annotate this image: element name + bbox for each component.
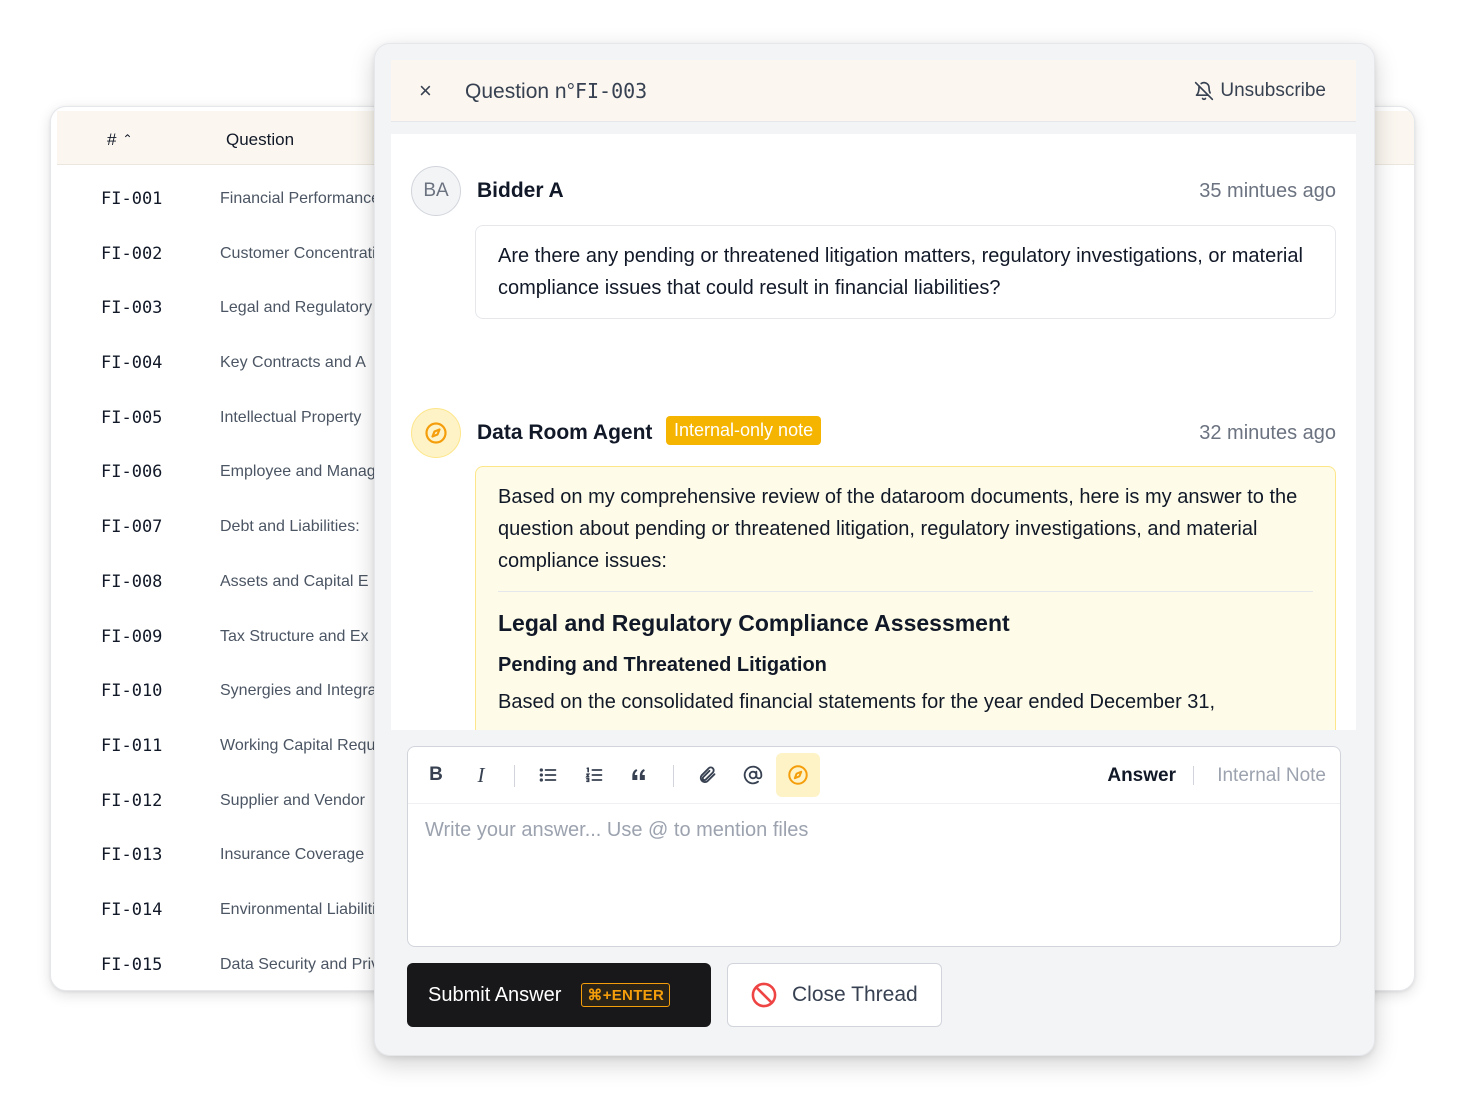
sort-ascending-icon[interactable]: ⌃ [122, 132, 132, 146]
compass-icon [788, 765, 808, 785]
row-id: FI-011 [101, 735, 163, 756]
bold-button[interactable]: B [414, 753, 458, 797]
row-question: Financial Performance [220, 190, 381, 207]
numbered-list-button[interactable] [572, 753, 616, 797]
row-id: FI-008 [101, 571, 163, 592]
row-id: FI-009 [101, 626, 163, 647]
submit-answer-button[interactable]: Submit Answer ⌘+ENTER [407, 963, 711, 1027]
row-id: FI-003 [101, 298, 163, 319]
editor-toolbar: B I Answer Internal Note [408, 747, 1340, 804]
answer-heading: Legal and Regulatory Compliance Assessme… [498, 610, 1010, 636]
message-time: 32 minutes ago [1199, 422, 1336, 444]
unsubscribe-label: Unsubscribe [1220, 80, 1326, 101]
row-id: FI-013 [101, 845, 163, 866]
answer-editor: B I Answer Internal Note Write your answ… [407, 746, 1341, 947]
italic-button[interactable]: I [459, 753, 503, 797]
row-id: FI-014 [101, 899, 163, 920]
mention-button[interactable] [731, 753, 775, 797]
row-id: FI-012 [101, 790, 163, 811]
row-question: Debt and Liabilities: [220, 518, 360, 536]
row-question: Assets and Capital E [220, 572, 369, 590]
message-bidder: BA Bidder A 35 mintues ago Are there any… [411, 166, 1336, 326]
column-header-number[interactable]: # ⌃ [107, 130, 133, 150]
answer-paragraph: Based on the consolidated financial stat… [498, 691, 1216, 713]
modal-header: × Question n°FI-003 Unsubscribe [391, 60, 1356, 122]
mode-answer-tab[interactable]: Answer [1107, 765, 1176, 787]
row-question: Environmental Liabilities [220, 900, 393, 918]
row-id: FI-005 [101, 407, 163, 428]
title-prefix: Question n° [465, 80, 575, 103]
row-question: Customer Concentration [220, 244, 394, 262]
ban-icon [750, 981, 778, 1009]
shortcut-badge: ⌘+ENTER [581, 983, 671, 1007]
divider [498, 591, 1313, 592]
answer-intro: Based on my comprehensive review of the … [498, 486, 1298, 572]
message-author: Bidder A [477, 179, 564, 202]
row-id: FI-007 [101, 517, 163, 538]
submit-label: Submit Answer [428, 983, 562, 1006]
quote-icon [632, 769, 645, 780]
modal-title: Question n°FI-003 [465, 79, 647, 104]
message-time: 35 mintues ago [1199, 180, 1336, 202]
message-agent: Data Room Agent Internal-only note 32 mi… [411, 408, 1336, 730]
bullet-list-icon [539, 768, 557, 782]
bell-off-icon [1195, 81, 1214, 101]
message-thread[interactable]: BA Bidder A 35 mintues ago Are there any… [391, 134, 1356, 730]
message-author: Data Room Agent [477, 421, 653, 444]
close-icon[interactable]: × [419, 78, 432, 104]
row-question: Legal and Regulatory [220, 299, 373, 317]
row-id: FI-001 [101, 189, 163, 209]
answer-input[interactable] [425, 819, 1325, 934]
internal-note-badge: Internal-only note [666, 416, 822, 445]
avatar: BA [411, 166, 461, 216]
avatar-agent [411, 408, 461, 458]
bullet-list-button[interactable] [526, 753, 570, 797]
row-question: Key Contracts and A [220, 354, 366, 372]
quote-button[interactable] [617, 753, 661, 797]
column-number-label: # [107, 130, 117, 149]
question-thread-modal: × Question n°FI-003 Unsubscribe BA Bidde… [374, 43, 1375, 1056]
close-thread-label: Close Thread [792, 983, 918, 1006]
row-id: FI-015 [101, 954, 163, 975]
row-question: Supplier and Vendor [220, 791, 365, 809]
question-id: FI-003 [574, 79, 648, 103]
toolbar-divider [673, 765, 674, 787]
mode-internal-note-tab[interactable]: Internal Note [1217, 765, 1326, 787]
row-question: Intellectual Property [220, 408, 362, 426]
compass-icon [425, 422, 447, 444]
toolbar-divider [514, 765, 515, 787]
message-body: Based on my comprehensive review of the … [475, 466, 1336, 730]
row-id: FI-002 [101, 243, 163, 264]
row-id: FI-010 [101, 681, 163, 702]
row-id: FI-006 [101, 462, 163, 483]
unsubscribe-button[interactable]: Unsubscribe [1194, 80, 1326, 102]
column-header-question[interactable]: Question [226, 130, 294, 150]
message-body: Are there any pending or threatened liti… [475, 225, 1336, 319]
close-thread-button[interactable]: Close Thread [727, 963, 942, 1027]
numbered-list-icon [585, 767, 603, 783]
attach-button[interactable] [685, 753, 729, 797]
row-question: Tax Structure and Ex [220, 627, 369, 645]
paperclip-icon [699, 766, 716, 783]
at-sign-icon [743, 765, 763, 785]
row-id: FI-004 [101, 353, 163, 374]
row-question: Insurance Coverage [220, 846, 365, 864]
mode-divider [1193, 766, 1194, 785]
agent-assist-button[interactable] [776, 753, 820, 797]
answer-subheading: Pending and Threatened Litigation [498, 654, 827, 676]
